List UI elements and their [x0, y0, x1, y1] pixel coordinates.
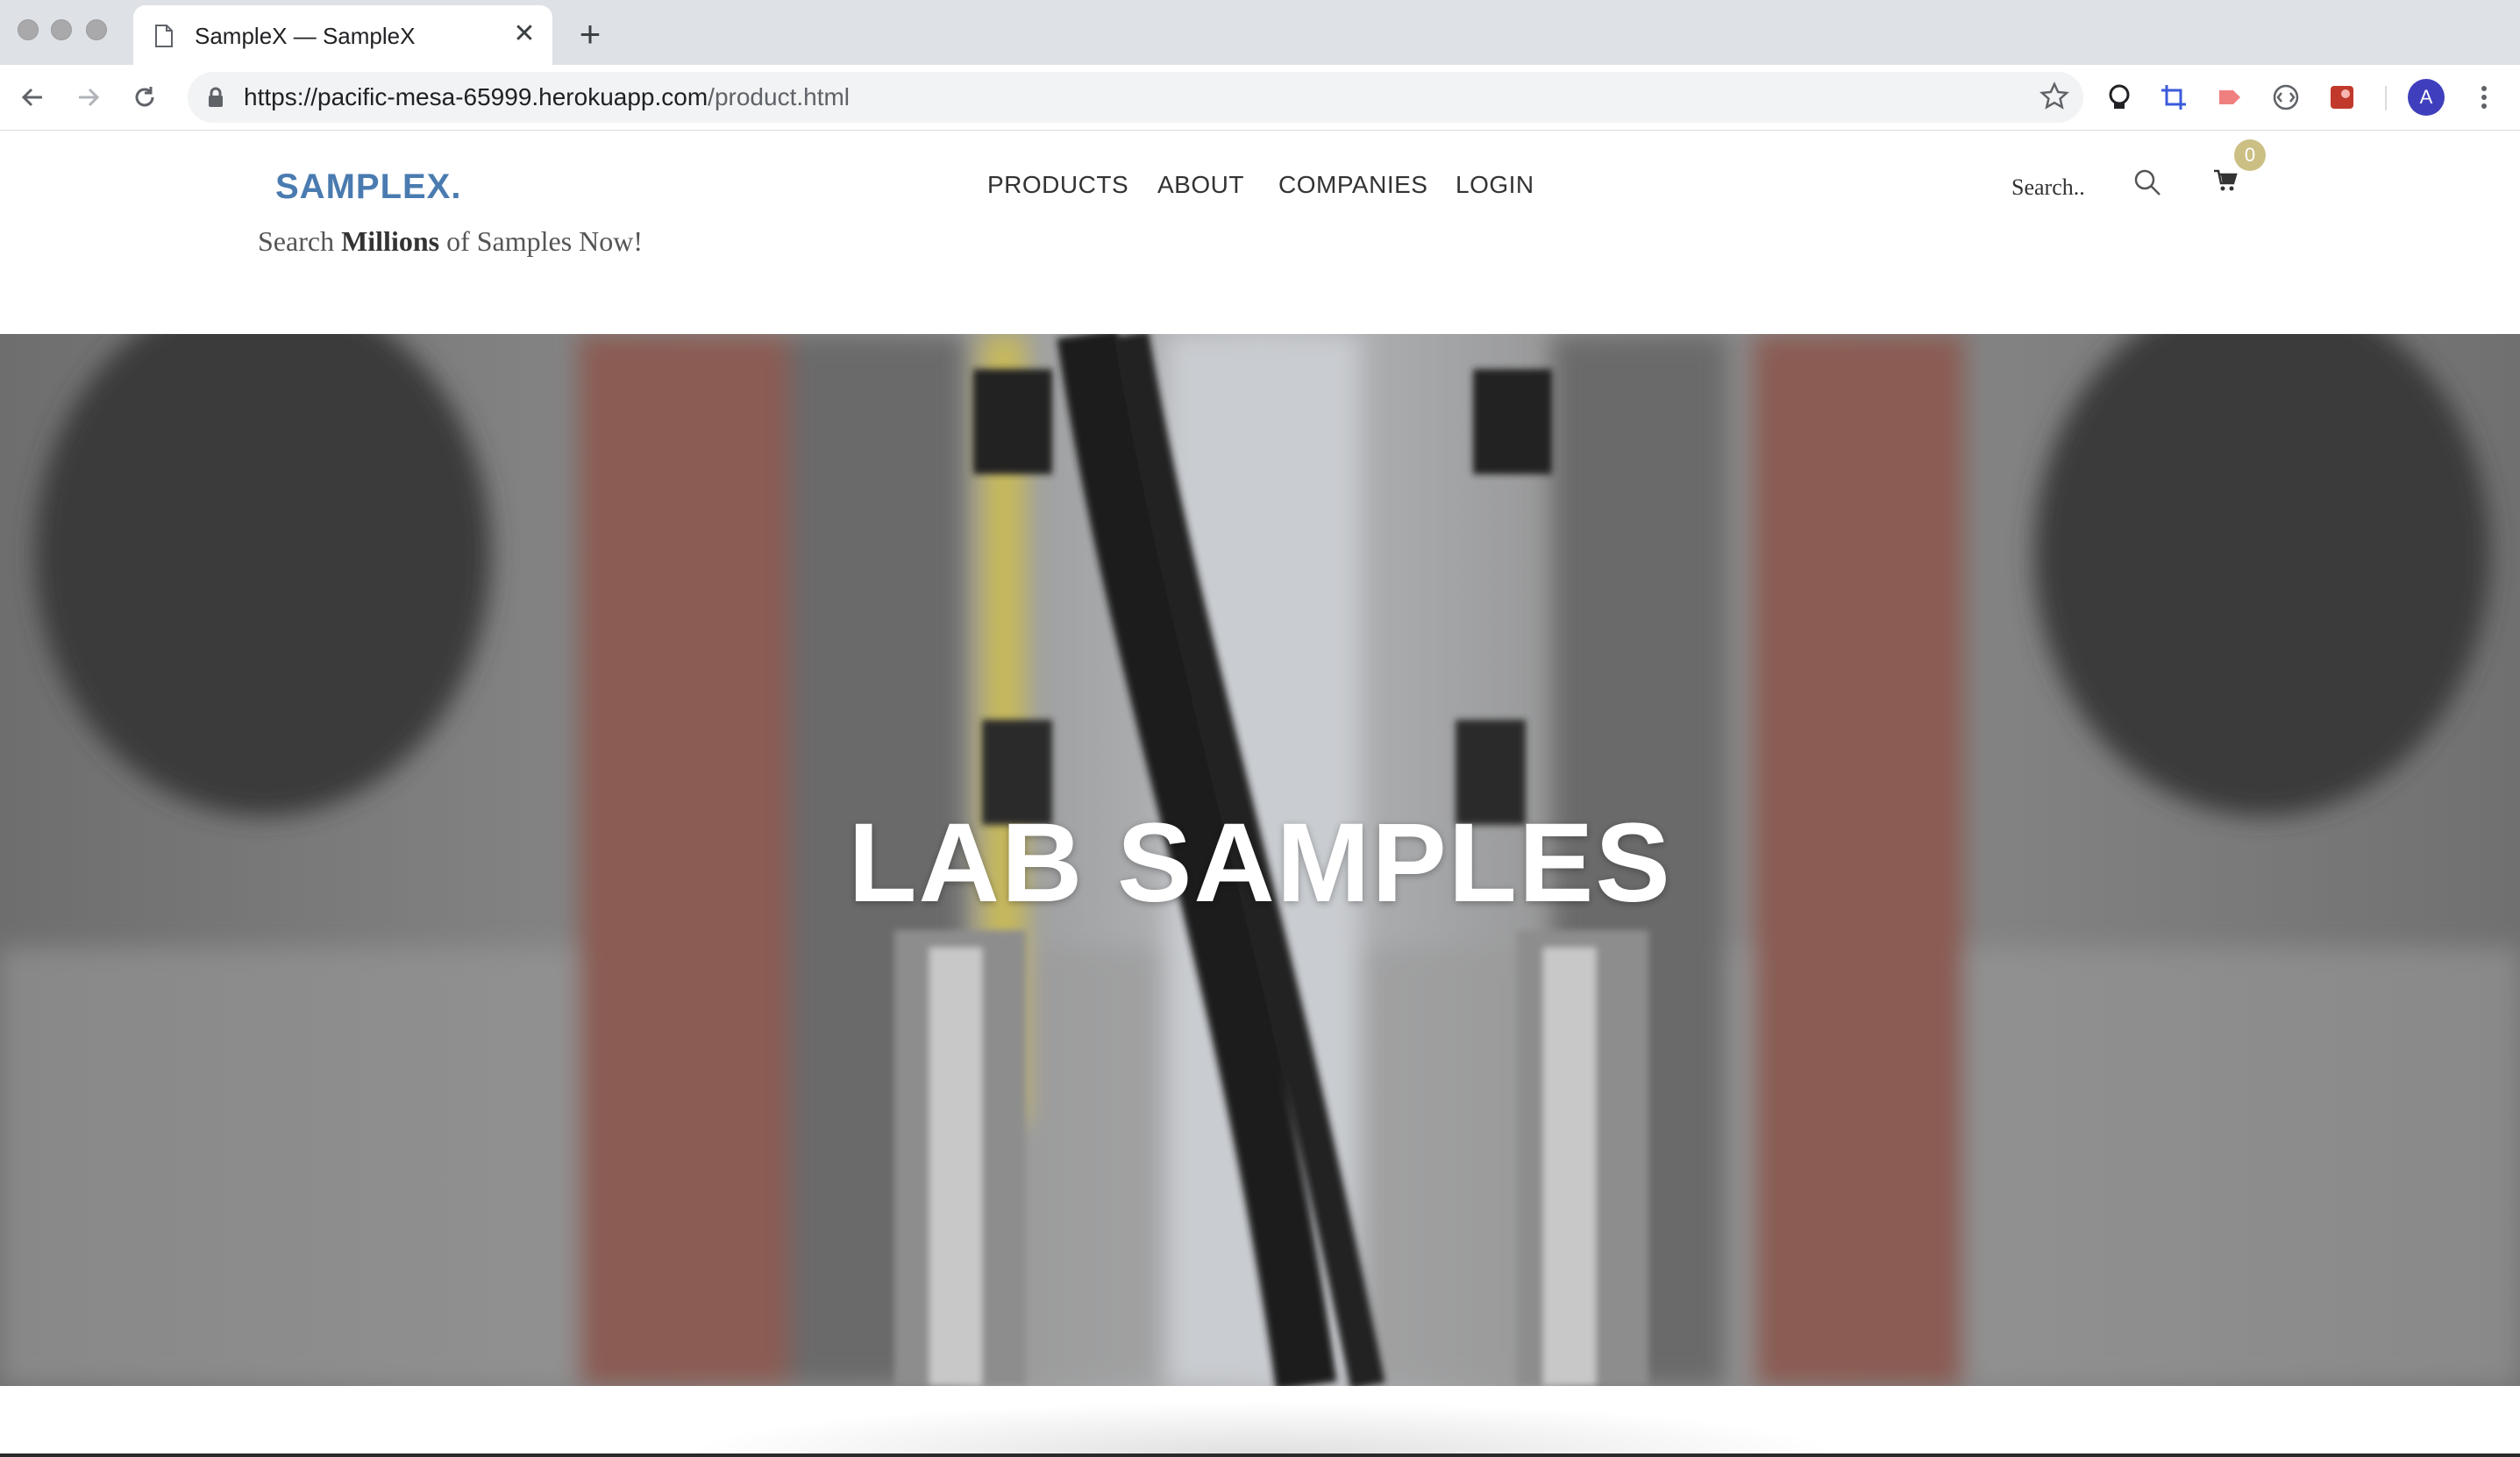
close-window-button[interactable]	[18, 19, 39, 40]
github-extension-icon[interactable]	[2101, 79, 2138, 116]
browser-menu-icon[interactable]	[2466, 79, 2502, 116]
bottom-edge	[0, 1453, 2520, 1457]
hero-banner: LAB SAMPLES	[0, 334, 2520, 1386]
browser-toolbar: https://pacific-mesa-65999.herokuapp.com…	[0, 65, 2520, 131]
reload-button[interactable]	[125, 77, 165, 117]
profile-avatar[interactable]: A	[2408, 79, 2445, 116]
search-icon[interactable]	[2132, 167, 2162, 197]
search-input[interactable]: Search..	[2011, 174, 2085, 201]
cart-icon[interactable]	[2213, 169, 2238, 192]
video-extension-icon[interactable]	[2211, 79, 2248, 116]
browser-tab[interactable]: SampleX — SampleX ✕	[133, 5, 552, 65]
forward-button[interactable]	[68, 77, 109, 117]
url-text: https://pacific-mesa-65999.herokuapp.com…	[244, 83, 851, 110]
close-tab-icon[interactable]: ✕	[509, 18, 540, 49]
site-logo[interactable]: SAMPLEX.	[275, 167, 461, 207]
page-icon	[155, 25, 173, 47]
nav-login[interactable]: LOGIN	[1456, 171, 1534, 199]
hero-title: LAB SAMPLES	[848, 800, 1672, 926]
back-button[interactable]	[12, 77, 53, 117]
nav-products[interactable]: PRODUCTS	[987, 171, 1128, 199]
nav-companies[interactable]: COMPANIES	[1278, 171, 1427, 199]
crop-extension-icon[interactable]	[2155, 79, 2192, 116]
photo-extension-icon[interactable]	[2324, 79, 2360, 116]
bookmark-star-icon[interactable]	[2039, 82, 2069, 111]
browser-titlebar: SampleX — SampleX ✕ +	[0, 0, 2520, 65]
nav-about[interactable]: ABOUT	[1157, 171, 1244, 199]
reload-icon	[135, 87, 154, 107]
back-arrow-icon	[21, 88, 42, 107]
site-header: SAMPLEX. Search Millions of Samples Now!…	[0, 131, 2520, 334]
lock-icon[interactable]	[207, 87, 224, 108]
toolbar-separator	[2385, 86, 2387, 110]
cart-count-badge: 0	[2234, 139, 2266, 171]
address-bar[interactable]: https://pacific-mesa-65999.herokuapp.com…	[188, 72, 2083, 123]
site-tagline: Search Millions of Samples Now!	[258, 225, 644, 257]
maximize-window-button[interactable]	[86, 19, 107, 40]
forward-arrow-icon	[79, 88, 100, 107]
minimize-window-button[interactable]	[51, 19, 72, 40]
card-shadow	[684, 1401, 1841, 1453]
new-tab-button[interactable]: +	[570, 13, 610, 54]
devtools-extension-icon[interactable]	[2267, 79, 2304, 116]
tab-title: SampleX — SampleX	[195, 23, 416, 49]
